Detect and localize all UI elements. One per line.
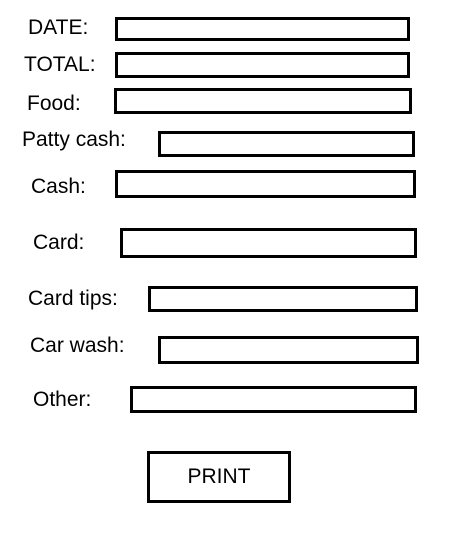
cash-field[interactable] [115, 170, 416, 198]
print-button[interactable]: PRINT [147, 451, 291, 503]
patty-cash-field[interactable] [158, 131, 415, 157]
date-label: DATE: [28, 16, 89, 39]
card-tips-field[interactable] [148, 286, 418, 312]
food-field[interactable] [114, 88, 412, 114]
date-field[interactable] [115, 17, 410, 41]
car-wash-field[interactable] [158, 336, 419, 364]
card-label: Card: [33, 231, 85, 254]
register-form: { "form": { "fields": [ {"label": "DATE:… [0, 0, 449, 541]
other-field[interactable] [130, 386, 417, 413]
total-field[interactable] [115, 52, 410, 78]
card-tips-label: Card tips: [28, 287, 118, 310]
car-wash-label: Car wash: [30, 334, 125, 357]
food-label: Food: [27, 92, 81, 115]
card-field[interactable] [120, 228, 417, 258]
total-label: TOTAL: [24, 53, 96, 76]
other-label: Other: [33, 388, 92, 411]
patty-cash-label: Patty cash: [22, 128, 126, 151]
cash-label: Cash: [31, 175, 86, 198]
